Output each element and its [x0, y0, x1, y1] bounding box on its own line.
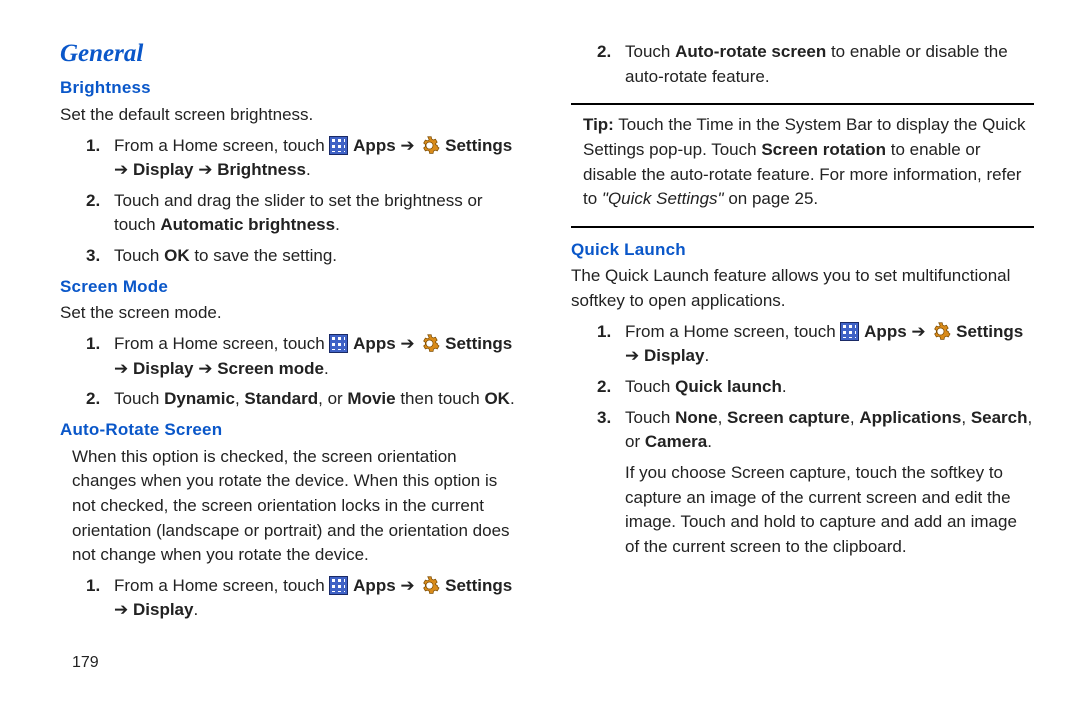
screen-mode-steps: 1. From a Home screen, touch Apps ➔ Sett…	[60, 332, 523, 412]
arrow-icon: ➔	[625, 344, 639, 369]
heading-screen-mode: Screen Mode	[60, 275, 523, 300]
settings-label: Settings	[445, 576, 512, 595]
arrow-icon: ➔	[114, 158, 128, 183]
display-label: Display	[133, 160, 198, 179]
auto-rotate-steps: 1. From a Home screen, touch Apps ➔ Sett…	[60, 574, 523, 623]
gear-icon	[419, 333, 440, 354]
step-text: Touch	[114, 389, 164, 408]
camera-label: Camera	[645, 432, 707, 451]
apps-label: Apps	[353, 576, 400, 595]
brightness-step-3: 3. Touch OK to save the setting.	[60, 244, 523, 269]
auto-brightness-label: Automatic brightness	[160, 215, 335, 234]
divider	[571, 103, 1034, 105]
auto-rotate-steps-cont: 2. Touch Auto-rotate screen to enable or…	[571, 40, 1034, 89]
step-text: Touch	[625, 408, 675, 427]
left-column: General Brightness Set the default scree…	[60, 36, 523, 674]
brightness-step-2: 2. Touch and drag the slider to set the …	[60, 189, 523, 238]
auto-rotate-step-2: 2. Touch Auto-rotate screen to enable or…	[571, 40, 1034, 89]
arrow-icon: ➔	[198, 357, 212, 382]
dynamic-label: Dynamic	[164, 389, 235, 408]
divider	[571, 226, 1034, 228]
display-label: Display	[644, 346, 704, 365]
arrow-icon: ➔	[198, 158, 212, 183]
settings-label: Settings	[445, 136, 512, 155]
arrow-icon: ➔	[400, 134, 414, 159]
quick-launch-step-2: 2. Touch Quick launch.	[571, 375, 1034, 400]
heading-auto-rotate: Auto-Rotate Screen	[60, 418, 523, 443]
auto-rotate-step-1: 1. From a Home screen, touch Apps ➔ Sett…	[60, 574, 523, 623]
quick-launch-step-1: 1. From a Home screen, touch Apps ➔ Sett…	[571, 320, 1034, 369]
screen-capture-label: Screen capture	[727, 408, 850, 427]
apps-icon	[840, 322, 859, 341]
apps-icon	[329, 576, 348, 595]
step-text: Touch	[625, 377, 675, 396]
apps-label: Apps	[353, 334, 400, 353]
brightness-intro: Set the default screen brightness.	[60, 103, 523, 128]
step-text: From a Home screen, touch	[114, 334, 329, 353]
arrow-icon: ➔	[400, 332, 414, 357]
step-text: From a Home screen, touch	[114, 576, 329, 595]
step-text: Touch	[625, 42, 675, 61]
tip-label: Tip:	[583, 115, 614, 134]
screen-rotation-bold: Screen rotation	[761, 140, 886, 159]
heading-quick-launch: Quick Launch	[571, 238, 1034, 263]
step-text-end: to save the setting.	[190, 246, 337, 265]
screen-mode-label: Screen mode	[217, 359, 324, 378]
quick-launch-bold: Quick launch	[675, 377, 782, 396]
brightness-label: Brightness	[217, 160, 306, 179]
settings-label: Settings	[956, 322, 1023, 341]
apps-icon	[329, 334, 348, 353]
heading-general: General	[60, 36, 523, 72]
manual-page: General Brightness Set the default scree…	[0, 0, 1080, 684]
page-number: 179	[60, 651, 523, 674]
tip-block: Tip: Touch the Time in the System Bar to…	[571, 113, 1034, 212]
step-text: From a Home screen, touch	[625, 322, 840, 341]
none-label: None	[675, 408, 718, 427]
applications-label: Applications	[859, 408, 961, 427]
arrow-icon: ➔	[911, 320, 925, 345]
gear-icon	[419, 575, 440, 596]
arrow-icon: ➔	[400, 574, 414, 599]
brightness-step-1: 1. From a Home screen, touch Apps ➔ Sett…	[60, 134, 523, 183]
tip-reference: "Quick Settings"	[602, 189, 724, 208]
step-text: Touch	[114, 246, 164, 265]
movie-label: Movie	[347, 389, 395, 408]
arrow-icon: ➔	[114, 357, 128, 382]
standard-label: Standard	[244, 389, 318, 408]
gear-icon	[930, 321, 951, 342]
right-column: 2. Touch Auto-rotate screen to enable or…	[571, 36, 1034, 674]
brightness-steps: 1. From a Home screen, touch Apps ➔ Sett…	[60, 134, 523, 269]
step-text: From a Home screen, touch	[114, 136, 329, 155]
auto-rotate-bold: Auto-rotate screen	[675, 42, 826, 61]
display-label: Display	[133, 359, 198, 378]
settings-label: Settings	[445, 334, 512, 353]
screen-mode-step-1: 1. From a Home screen, touch Apps ➔ Sett…	[60, 332, 523, 381]
auto-rotate-intro: When this option is checked, the screen …	[60, 445, 523, 568]
screen-mode-step-2: 2. Touch Dynamic, Standard, or Movie the…	[60, 387, 523, 412]
screen-mode-intro: Set the screen mode.	[60, 301, 523, 326]
quick-launch-steps: 1. From a Home screen, touch Apps ➔ Sett…	[571, 320, 1034, 560]
heading-brightness: Brightness	[60, 76, 523, 101]
apps-icon	[329, 136, 348, 155]
ok-label: OK	[164, 246, 190, 265]
ql-followup: If you choose Screen capture, touch the …	[625, 463, 1017, 556]
quick-launch-step-3: 3. Touch None, Screen capture, Applicati…	[571, 406, 1034, 560]
apps-label: Apps	[353, 136, 400, 155]
search-label: Search	[971, 408, 1028, 427]
arrow-icon: ➔	[114, 598, 128, 623]
gear-icon	[419, 135, 440, 156]
apps-label: Apps	[864, 322, 911, 341]
ok-label: OK	[484, 389, 510, 408]
display-label: Display	[133, 600, 193, 619]
quick-launch-intro: The Quick Launch feature allows you to s…	[571, 264, 1034, 313]
tip-page: on page 25.	[724, 189, 819, 208]
